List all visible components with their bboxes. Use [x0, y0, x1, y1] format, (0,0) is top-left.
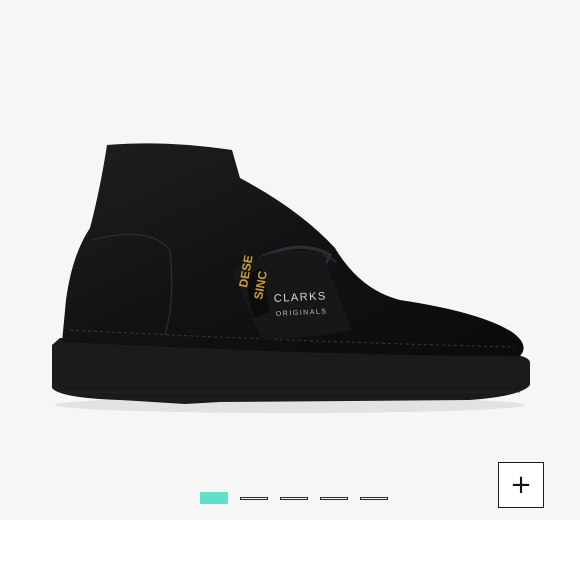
slide-indicator-3[interactable]	[280, 496, 308, 500]
slide-indicator-1[interactable]	[200, 492, 228, 504]
plus-icon: +	[510, 470, 532, 500]
product-image-viewer[interactable]: DESE SINC CLARKS ORIGINALS	[0, 0, 580, 520]
slide-indicator-4[interactable]	[320, 496, 348, 500]
desert-boot-image: DESE SINC CLARKS ORIGINALS	[52, 143, 530, 413]
slide-indicator-5[interactable]	[360, 496, 388, 500]
slide-indicator-2[interactable]	[240, 496, 268, 500]
carousel-indicators	[200, 491, 400, 505]
zoom-button[interactable]: +	[498, 462, 544, 508]
